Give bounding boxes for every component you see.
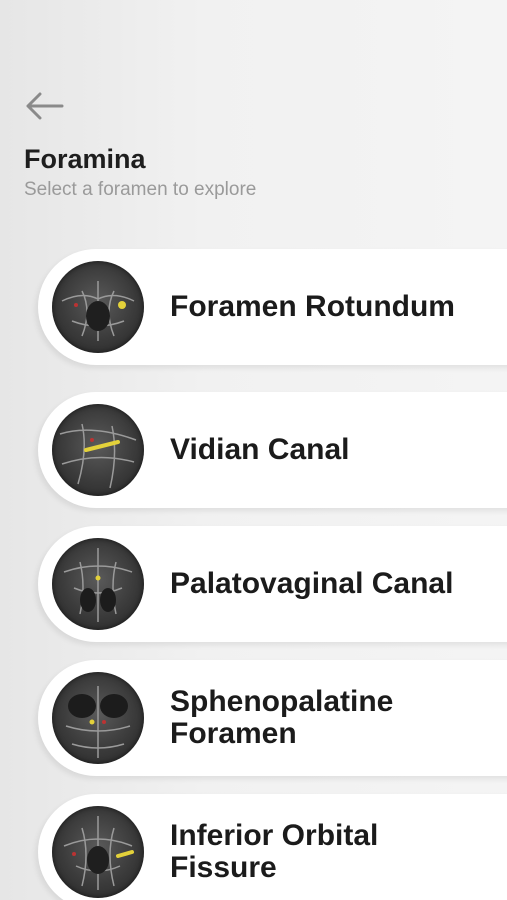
list-item-label: Foramen Rotundum <box>170 290 455 323</box>
page-title: Foramina <box>24 144 146 174</box>
list-item-foramen-rotundum[interactable]: Foramen Rotundum <box>38 249 507 365</box>
list-item-palatovaginal-canal[interactable]: Palatovaginal Canal <box>38 526 507 642</box>
list-item-label: Vidian Canal <box>170 433 350 466</box>
list-item-inferior-orbital-fissure[interactable]: Inferior Orbital Fissure <box>38 794 507 900</box>
list-item-label: Sphenopalatine Foramen <box>170 685 394 750</box>
list-item-label: Inferior Orbital Fissure <box>170 819 379 884</box>
arrow-left-icon <box>26 92 64 120</box>
anatomy-thumbnail-icon <box>52 261 144 353</box>
list-item-sphenopalatine-foramen[interactable]: Sphenopalatine Foramen <box>38 660 507 776</box>
list-item-label: Palatovaginal Canal <box>170 567 454 600</box>
anatomy-thumbnail-icon <box>52 538 144 630</box>
back-button[interactable] <box>22 88 66 124</box>
page-subtitle: Select a foramen to explore <box>24 179 257 200</box>
anatomy-thumbnail-icon <box>52 404 144 496</box>
list-item-vidian-canal[interactable]: Vidian Canal <box>38 392 507 508</box>
anatomy-thumbnail-icon <box>52 806 144 898</box>
anatomy-thumbnail-icon <box>52 672 144 764</box>
